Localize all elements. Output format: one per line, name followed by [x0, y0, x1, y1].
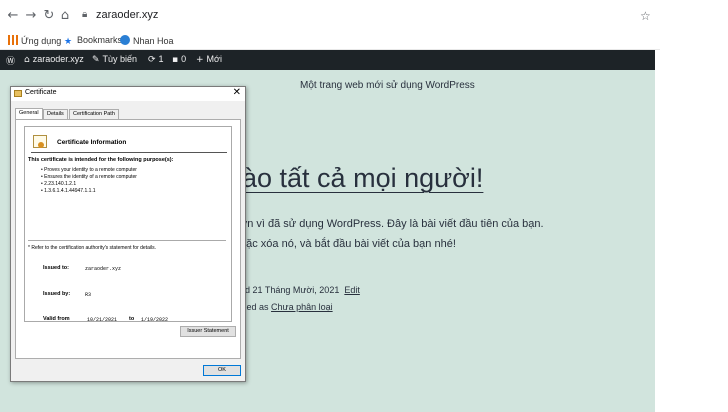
wp-admin-bar: Ⓦ ⌂ zaraoder.xyz ✎ Tùy biến ⟳ 1 ▪ 0 + Mới: [0, 50, 660, 70]
purpose-item: • 2.23.140.1.2.1: [41, 181, 77, 187]
valid-from-label: Valid from: [43, 316, 70, 322]
issued-to-value: zaraoder.xyz: [85, 266, 122, 272]
wp-new[interactable]: + Mới: [196, 54, 222, 65]
dialog-titlebar: Certificate ✕: [11, 87, 245, 101]
purpose-heading: This certificate is intended for the fol…: [28, 157, 174, 163]
general-pane: Certificate Information This certificate…: [15, 119, 241, 359]
info-title: Certificate Information: [57, 139, 127, 146]
wordpress-logo-icon[interactable]: Ⓦ: [6, 54, 18, 67]
lock-icon[interactable]: 🔒︎: [82, 9, 87, 20]
purpose-item: • Ensures the identity of a remote compu…: [41, 174, 137, 180]
post-meta-date: ed 21 Tháng Mười, 2021 Edit: [240, 285, 360, 295]
plus-icon: +: [196, 55, 204, 65]
tab-certification-path[interactable]: Certification Path: [69, 109, 119, 119]
certificate-dialog: Certificate ✕ General Details Certificat…: [10, 86, 246, 382]
site-tagline: Một trang web mới sử dụng WordPress: [300, 80, 475, 91]
url-text: zaraoder.xyz: [96, 9, 159, 21]
certificate-icon: [14, 90, 22, 97]
certificate-ribbon-icon: [33, 135, 47, 148]
divider: [28, 240, 226, 241]
info-header: Certificate Information: [31, 133, 227, 153]
forward-icon[interactable]: →: [24, 9, 38, 23]
apps-icon: [8, 35, 18, 45]
valid-to-label: to: [129, 316, 135, 322]
wp-site-name[interactable]: ⌂ zaraoder.xyz: [24, 54, 84, 65]
back-icon[interactable]: ←: [6, 9, 20, 23]
purpose-item: • Proves your identity to a remote compu…: [41, 167, 137, 173]
ok-button[interactable]: OK: [203, 365, 241, 376]
site-icon: [120, 35, 130, 45]
brush-icon: ✎: [92, 55, 100, 65]
post-paragraph-2: oặc xóa nó, và bắt đầu bài viết của bạn …: [240, 238, 456, 250]
bookmark-star-icon[interactable]: ☆: [640, 9, 651, 23]
bookmarks-bar: Ứng dụng ★ Bookmarks Nhan Hoa: [0, 32, 660, 50]
refer-note: * Refer to the certification authority's…: [28, 245, 156, 251]
bookmark-nhan-hoa[interactable]: Nhan Hoa: [120, 35, 174, 46]
wp-customize[interactable]: ✎ Tùy biến: [92, 54, 137, 65]
certificate-info-box: Certificate Information This certificate…: [24, 126, 232, 323]
issuer-statement-button[interactable]: Issuer Statement: [180, 326, 236, 337]
purpose-item: • 1.3.6.1.4.1.44947.1.1.1: [41, 188, 96, 194]
browser-toolbar: ← → ↻ ⌂ 🔒︎ zaraoder.xyz ☆: [0, 0, 660, 32]
comment-icon: ▪: [172, 55, 179, 65]
issued-to-label: Issued to:: [43, 265, 69, 271]
bookmark-bookmarks[interactable]: ★ Bookmarks: [64, 35, 122, 46]
category-link[interactable]: Chưa phân loại: [271, 302, 333, 312]
post-meta-category: ized as Chưa phân loại: [240, 302, 333, 312]
close-icon[interactable]: ✕: [233, 87, 241, 98]
tab-general[interactable]: General: [15, 108, 43, 119]
wp-comments[interactable]: ▪ 0: [172, 54, 186, 65]
edit-link[interactable]: Edit: [344, 285, 360, 295]
post-paragraph-1: ợn vì đã sử dụng WordPress. Đây là bài v…: [240, 218, 544, 230]
home-icon: ⌂: [24, 55, 30, 65]
address-bar[interactable]: 🔒︎ zaraoder.xyz: [70, 6, 650, 26]
blank-area: [655, 50, 728, 412]
valid-from-value: 10/21/2021: [87, 317, 118, 323]
issued-by-label: Issued by:: [43, 291, 71, 297]
tab-details[interactable]: Details: [43, 109, 68, 119]
dialog-title: Certificate: [25, 89, 57, 96]
star-icon: ★: [64, 36, 73, 46]
issued-by-value: R3: [85, 292, 92, 298]
reload-icon[interactable]: ↻: [42, 9, 56, 23]
bookmark-apps[interactable]: Ứng dụng: [8, 35, 61, 46]
valid-to-value: 1/19/2022: [141, 317, 169, 323]
post-title-link[interactable]: ào tất cả mọi người!: [242, 163, 483, 194]
wp-updates[interactable]: ⟳ 1: [148, 54, 164, 65]
refresh-icon: ⟳: [148, 55, 156, 65]
